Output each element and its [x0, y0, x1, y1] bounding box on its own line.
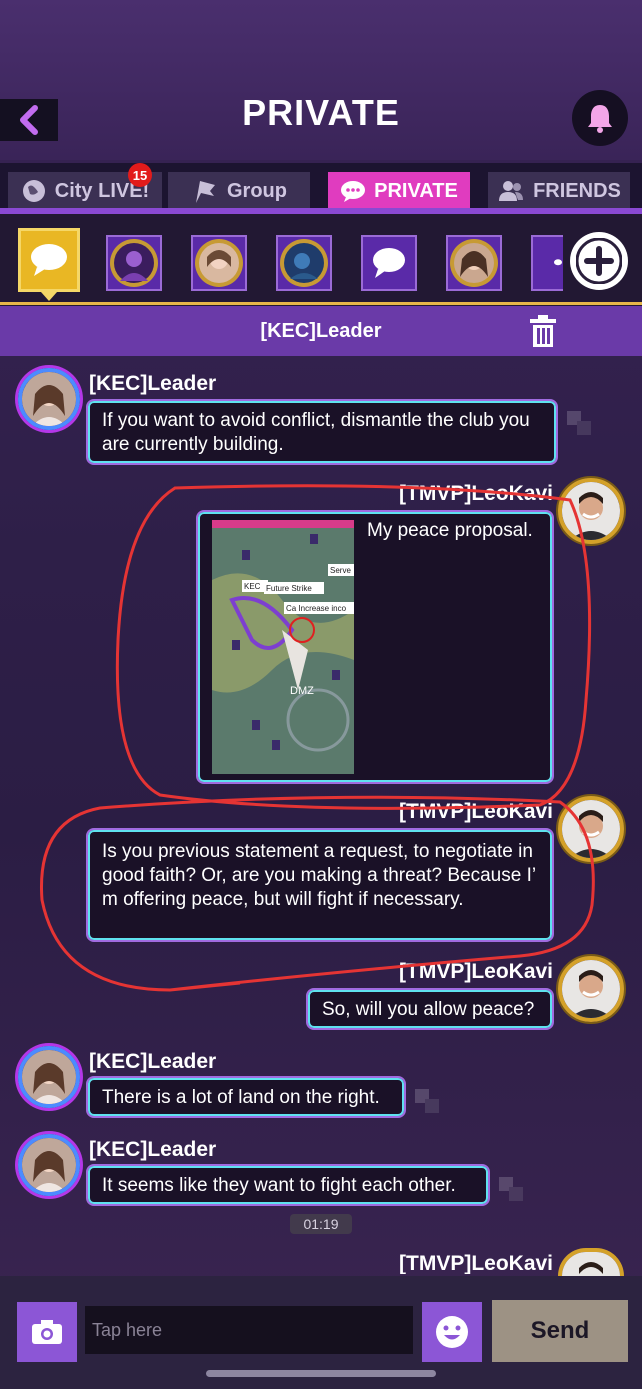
sender-avatar[interactable]	[18, 1134, 80, 1196]
message-bubble[interactable]: Is you previous statement a request, to …	[86, 828, 554, 942]
message-timestamp: 01:19	[290, 1214, 352, 1234]
avatar-portrait-icon	[562, 482, 620, 540]
map-label-increase: Ca Increase inco	[286, 604, 347, 613]
avatar-portrait-icon	[450, 239, 498, 287]
sender-name: [TMVP]LeoKavi	[399, 800, 554, 823]
avatar-portrait-icon	[562, 1252, 620, 1276]
sender-avatar[interactable]	[558, 1248, 624, 1276]
map-label-dmz: DMZ	[290, 685, 314, 697]
message-text: Is you previous statement a request, to …	[102, 841, 536, 910]
sender-avatar[interactable]	[18, 368, 80, 430]
chat-bubbles-icon	[554, 259, 562, 266]
contact-chat[interactable]	[361, 235, 417, 291]
message-text: It seems like they want to fight each ot…	[102, 1175, 456, 1196]
chat-bubbles-icon	[373, 248, 405, 278]
sender-name: [TMVP]LeoKavi	[399, 1252, 554, 1274]
message-text: So, will you allow peace?	[322, 999, 535, 1020]
chat-bubbles-icon	[31, 244, 67, 276]
trash-icon	[530, 315, 556, 347]
message-bubble[interactable]: There is a lot of land on the right.	[86, 1076, 406, 1118]
sender-name: [KEC]Leader	[89, 1138, 217, 1161]
chat-bubble-icon	[341, 181, 366, 202]
avatar-portrait-icon	[562, 800, 620, 858]
avatar-portrait-icon	[22, 1138, 76, 1192]
contact-avatar[interactable]	[106, 235, 162, 291]
home-indicator	[206, 1370, 436, 1377]
globe-icon	[22, 180, 45, 202]
bell-icon	[588, 105, 612, 133]
camera-button[interactable]	[17, 1302, 77, 1362]
notifications-button[interactable]	[572, 90, 628, 146]
plus-icon	[576, 238, 622, 284]
contact-avatar[interactable]	[191, 235, 247, 291]
tab-group[interactable]: Group	[168, 172, 310, 210]
sender-name: [TMVP]LeoKavi	[399, 482, 554, 505]
smiley-icon	[436, 1316, 468, 1348]
contact-chat[interactable]	[531, 235, 563, 291]
tab-group-label: Group	[227, 179, 287, 202]
sender-name: [TMVP]LeoKavi	[399, 960, 554, 983]
avatar-portrait-icon	[562, 960, 620, 1018]
selection-pointer-icon	[41, 292, 57, 301]
message-text: My peace proposal.	[367, 520, 533, 541]
avatar-portrait-icon	[110, 239, 158, 287]
tab-friends[interactable]: FRIENDS	[488, 172, 630, 210]
sender-name: [KEC]Leader	[89, 372, 217, 395]
flag-icon	[196, 181, 215, 203]
message-bubble[interactable]: It seems like they want to fight each ot…	[86, 1164, 490, 1206]
page-title: PRIVATE	[242, 92, 400, 133]
delete-conversation-button[interactable]	[528, 315, 558, 347]
avatar-portrait-icon	[22, 372, 76, 426]
translate-icon[interactable]	[566, 410, 592, 436]
contact-avatar[interactable]	[446, 235, 502, 291]
translate-icon[interactable]	[414, 1088, 440, 1114]
avatar-portrait-icon	[195, 239, 243, 287]
add-contact-button[interactable]	[570, 232, 628, 290]
sender-avatar[interactable]	[18, 1046, 80, 1108]
avatar-portrait-icon	[280, 239, 328, 287]
map-screenshot-image: KEC Future Strike Serve Ca Increase inco…	[212, 520, 354, 774]
map-screenshot[interactable]: KEC Future Strike Serve Ca Increase inco…	[212, 520, 354, 774]
header-bar	[0, 0, 642, 160]
contacts-divider	[0, 302, 642, 305]
contact-avatar[interactable]	[276, 235, 332, 291]
message-bubble[interactable]: If you want to avoid conflict, dismantle…	[86, 399, 558, 465]
tab-friends-label: FRIENDS	[533, 179, 621, 202]
camera-icon	[32, 1320, 62, 1344]
emoji-button[interactable]	[422, 1302, 482, 1362]
sender-avatar[interactable]	[558, 796, 624, 862]
send-button[interactable]: Send	[492, 1300, 628, 1362]
message-text: There is a lot of land on the right.	[102, 1087, 380, 1108]
translate-icon[interactable]	[498, 1176, 524, 1202]
tab-private[interactable]: PRIVATE	[328, 172, 470, 210]
map-label-future-strike: Future Strike	[266, 584, 312, 593]
sender-name: [KEC]Leader	[89, 1050, 217, 1073]
sender-avatar[interactable]	[558, 478, 624, 544]
avatar-portrait-icon	[22, 1050, 76, 1104]
message-text: If you want to avoid conflict, dismantle…	[102, 410, 530, 455]
contact-chat-selected[interactable]	[18, 228, 80, 292]
map-label-kec: KEC	[244, 582, 261, 591]
tab-private-label: PRIVATE	[374, 179, 458, 202]
unread-badge: 15	[128, 163, 152, 187]
map-label-serve: Serve	[330, 566, 351, 575]
message-input[interactable]	[85, 1306, 413, 1354]
message-bubble[interactable]: So, will you allow peace?	[306, 988, 554, 1030]
people-icon	[499, 181, 524, 201]
sender-avatar[interactable]	[558, 956, 624, 1022]
